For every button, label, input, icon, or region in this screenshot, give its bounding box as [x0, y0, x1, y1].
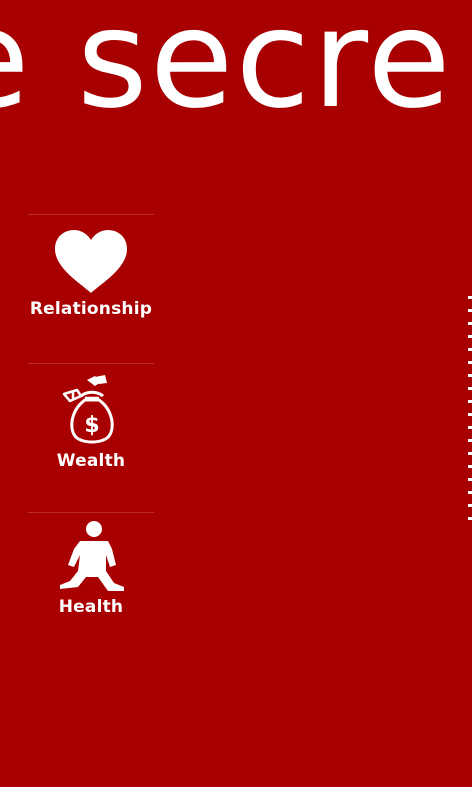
page-title: e secre [0, 0, 453, 139]
next-panel-edge [467, 296, 472, 546]
menu-item-label: Wealth [56, 451, 126, 471]
app-screen: e secre Relationship [0, 0, 472, 787]
menu-item-relationship[interactable]: Relationship [28, 214, 154, 363]
menu-item-health[interactable]: Health [28, 512, 154, 661]
menu-item-label: Relationship [29, 299, 153, 319]
menu-item-label: Health [58, 597, 124, 617]
person-icon [28, 521, 154, 593]
money-bag-icon: $ [28, 374, 154, 446]
heart-icon [28, 229, 154, 295]
menu-item-wealth[interactable]: $ Wealth [28, 363, 154, 512]
svg-text:$: $ [84, 413, 99, 438]
category-menu: Relationship $ Wealth Health [28, 214, 154, 661]
